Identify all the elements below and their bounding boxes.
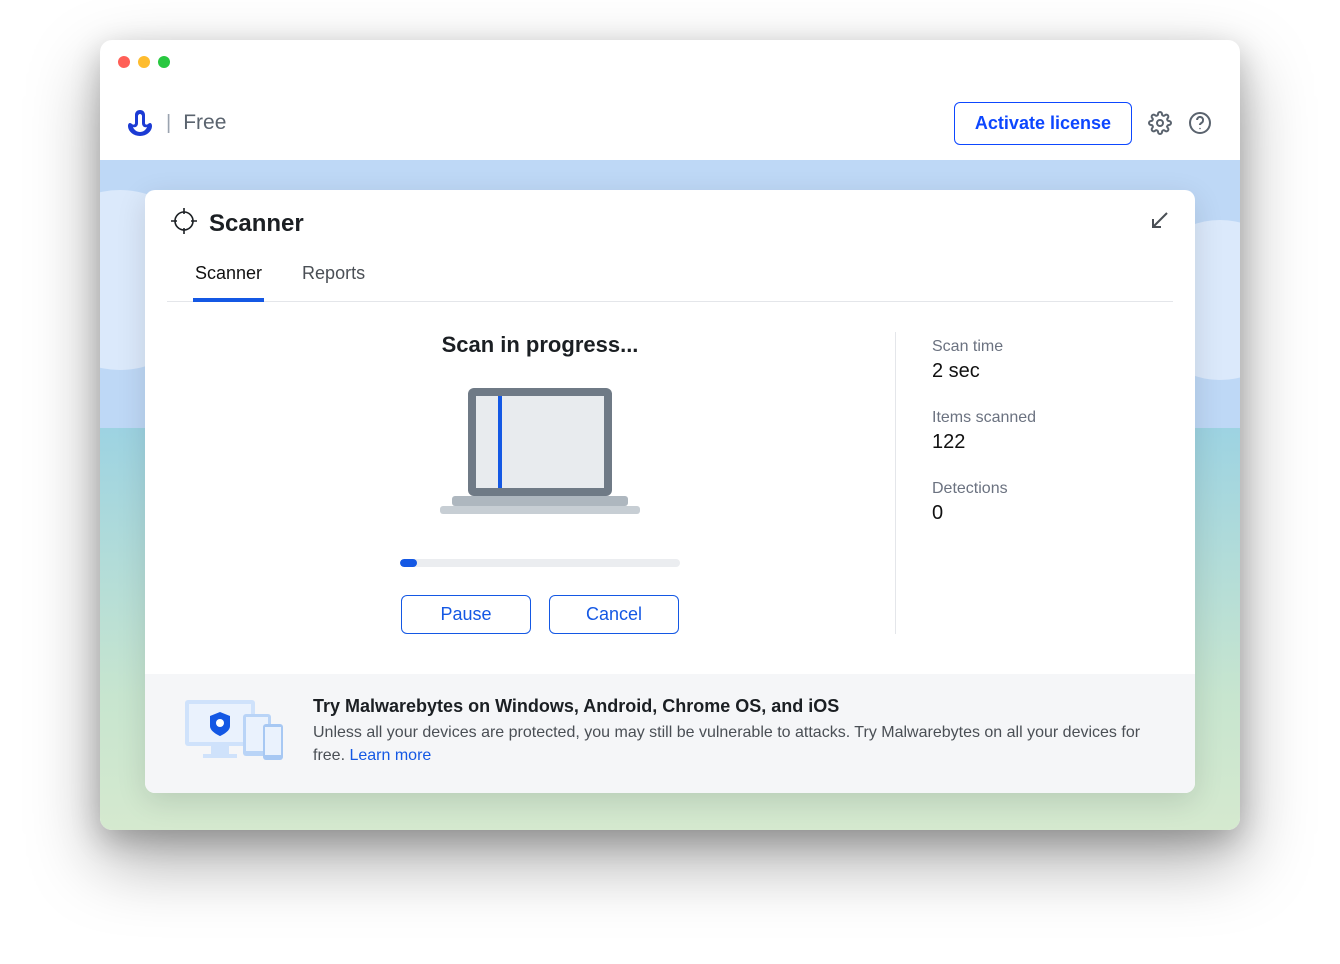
header-left: | Free: [128, 110, 226, 136]
card-header: Scanner: [145, 190, 1195, 251]
scan-buttons: Pause Cancel: [401, 595, 679, 634]
card-title: Scanner: [209, 210, 304, 238]
malwarebytes-logo-icon: [128, 110, 152, 136]
scan-progress-bar: [400, 559, 680, 567]
promo-title: Try Malwarebytes on Windows, Android, Ch…: [313, 696, 1159, 717]
promo-text: Unless all your devices are protected, y…: [313, 721, 1159, 767]
stat-label: Scan time: [932, 338, 1155, 356]
cancel-button[interactable]: Cancel: [549, 595, 679, 634]
tab-reports[interactable]: Reports: [300, 251, 367, 302]
activate-license-button[interactable]: Activate license: [954, 102, 1132, 145]
window-minimize-button[interactable]: [138, 56, 150, 68]
promo-content: Try Malwarebytes on Windows, Android, Ch…: [313, 696, 1159, 767]
app-window: | Free Activate license: [100, 40, 1240, 830]
header-right: Activate license: [954, 102, 1212, 145]
header-divider: |: [166, 112, 171, 135]
scan-progress-fill: [400, 559, 417, 567]
stat-value: 122: [932, 431, 1155, 454]
plan-label: Free: [183, 111, 226, 135]
stat-label: Detections: [932, 480, 1155, 498]
scanner-card: Scanner Scanner Reports Scan in progress…: [145, 190, 1195, 793]
tabs: Scanner Reports: [167, 251, 1173, 302]
settings-icon[interactable]: [1148, 111, 1172, 135]
stat-value: 0: [932, 502, 1155, 525]
stat-items-scanned: Items scanned 122: [932, 409, 1155, 454]
stat-label: Items scanned: [932, 409, 1155, 427]
scan-stats: Scan time 2 sec Items scanned 122 Detect…: [895, 332, 1155, 634]
promo-description: Unless all your devices are protected, y…: [313, 724, 1140, 764]
devices-icon: [181, 694, 291, 769]
collapse-icon[interactable]: [1149, 211, 1169, 236]
pause-button[interactable]: Pause: [401, 595, 531, 634]
tab-scanner[interactable]: Scanner: [193, 251, 264, 302]
background-area: Scanner Scanner Reports Scan in progress…: [100, 160, 1240, 830]
target-icon: [171, 208, 197, 239]
stat-scan-time: Scan time 2 sec: [932, 338, 1155, 383]
window-maximize-button[interactable]: [158, 56, 170, 68]
card-body: Scan in progress...: [145, 302, 1195, 674]
laptop-illustration: [430, 382, 650, 537]
scan-area: Scan in progress...: [185, 332, 895, 634]
promo-banner: Try Malwarebytes on Windows, Android, Ch…: [145, 674, 1195, 793]
window-close-button[interactable]: [118, 56, 130, 68]
window-traffic-lights: [118, 56, 170, 68]
scan-status-title: Scan in progress...: [442, 332, 639, 358]
stat-value: 2 sec: [932, 360, 1155, 383]
stat-detections: Detections 0: [932, 480, 1155, 525]
learn-more-link[interactable]: Learn more: [349, 747, 431, 764]
app-header: | Free Activate license: [100, 40, 1240, 160]
help-icon[interactable]: [1188, 111, 1212, 135]
